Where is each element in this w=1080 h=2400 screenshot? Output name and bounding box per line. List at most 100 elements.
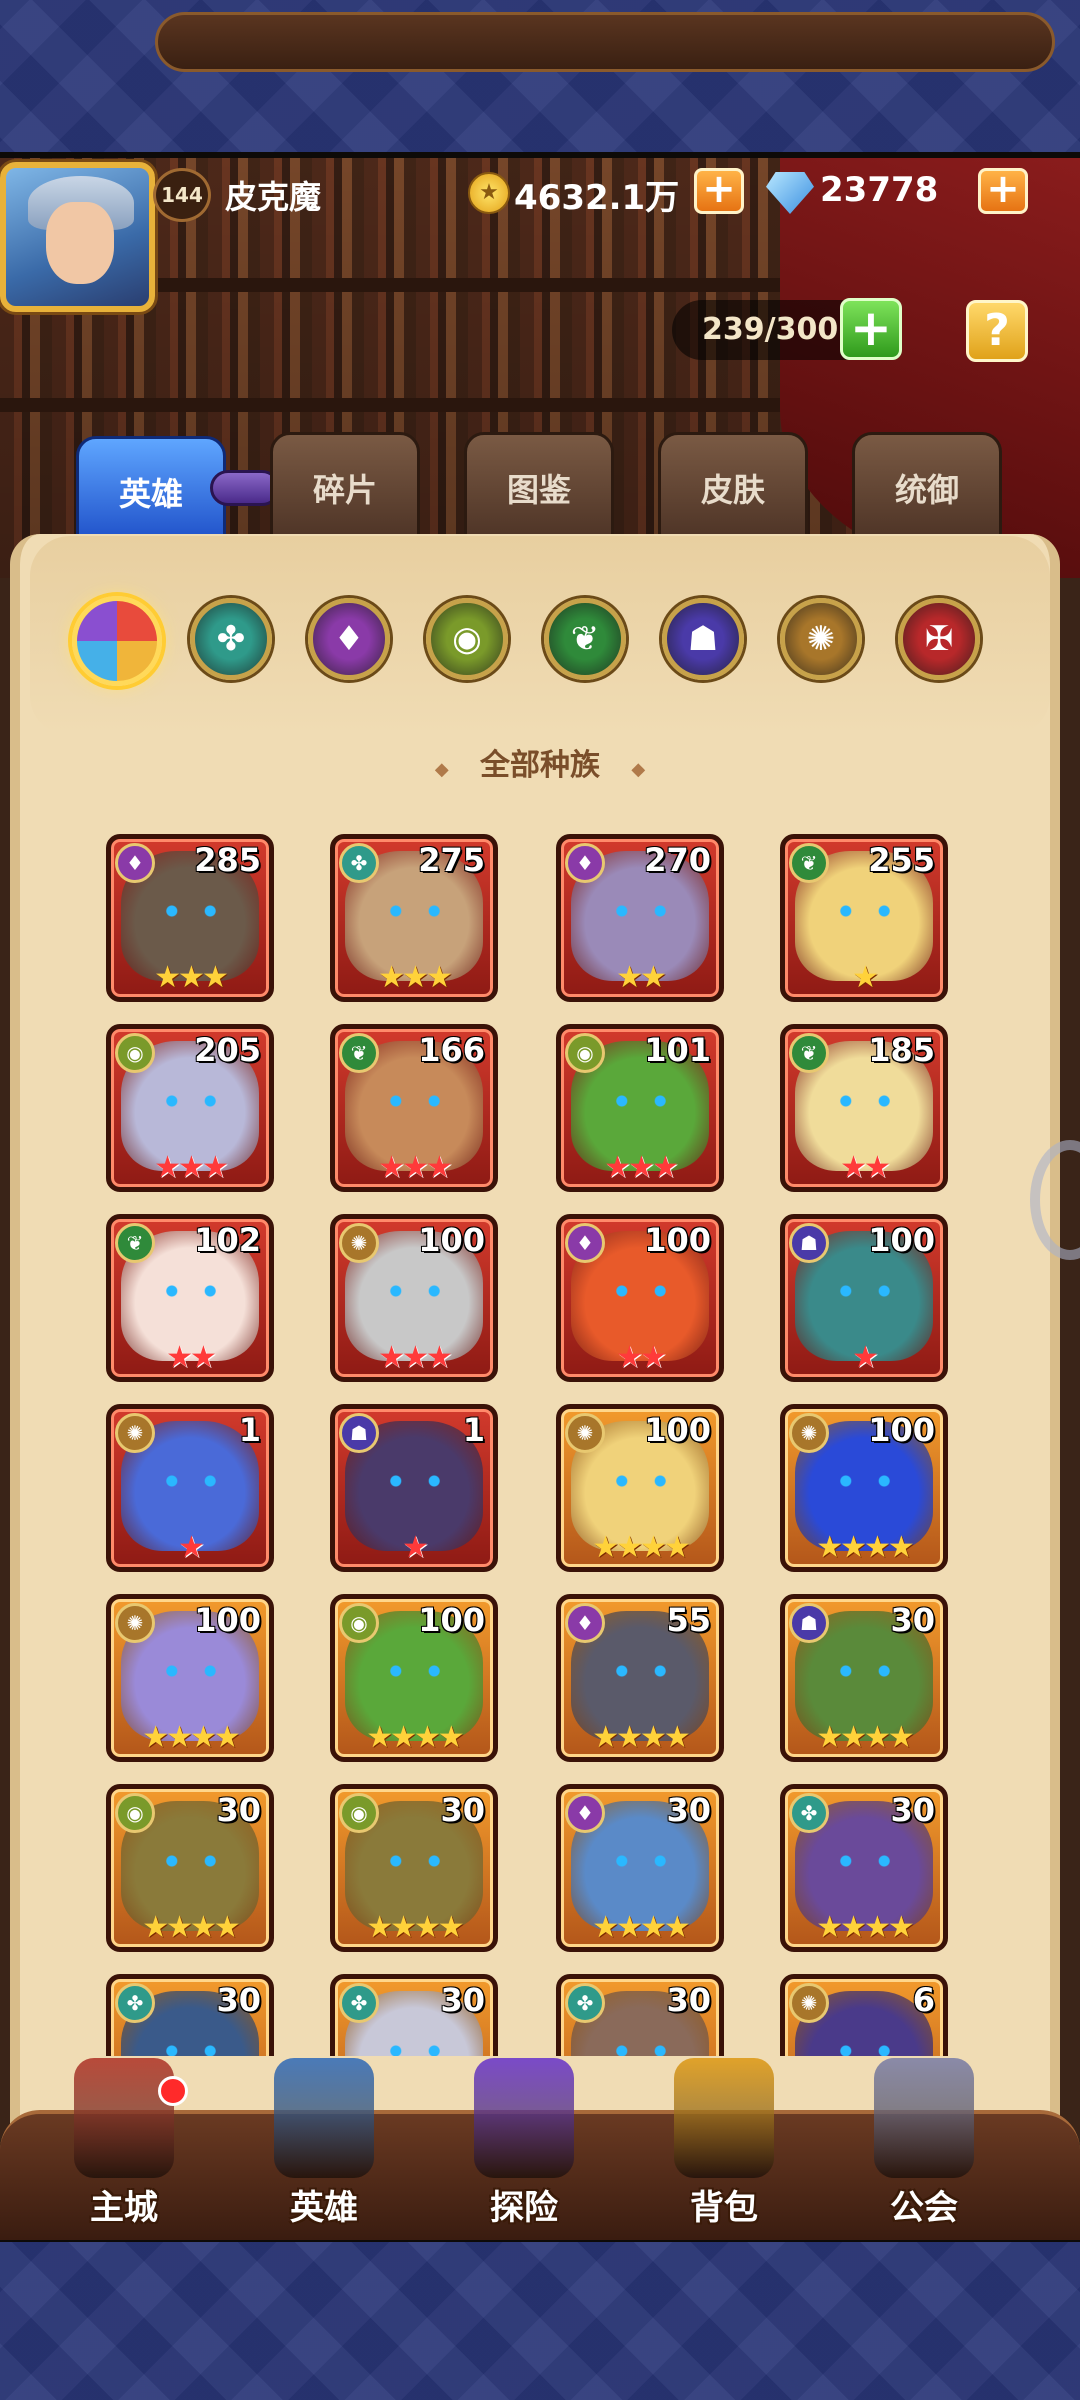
hero-card[interactable]: ☗ 100 ★: [780, 1214, 948, 1382]
nav-heroes[interactable]: 英雄: [234, 2048, 414, 2238]
hero-level: 100: [644, 1221, 711, 1259]
hero-level: 100: [868, 1411, 935, 1449]
hero-card[interactable]: ◉ 30 ★★★★: [330, 1784, 498, 1952]
hero-card[interactable]: ♦ 100 ★★: [556, 1214, 724, 1382]
star-rating-icon: ★★★: [604, 1150, 679, 1185]
fortress-faction-icon[interactable]: ◉: [426, 598, 508, 680]
diamond-ornament-icon: ◆: [434, 759, 449, 780]
nature-faction-icon: ❦: [115, 1223, 155, 1263]
nav-label: 公会: [890, 2188, 958, 2228]
shadow-faction-icon[interactable]: ♦: [308, 598, 390, 680]
hero-level: 30: [216, 1981, 261, 2019]
hero-level: 30: [890, 1791, 935, 1829]
hero-eyes: [833, 1855, 897, 1867]
player-avatar[interactable]: [0, 162, 155, 312]
hero-card[interactable]: ◉ 205 ★★★: [106, 1024, 274, 1192]
hero-card[interactable]: ✺ 6: [780, 1974, 948, 2056]
star-rating-icon: ★★: [166, 1340, 217, 1375]
hero-card[interactable]: ♦ 55 ★★★★: [556, 1594, 724, 1762]
hero-level: 100: [194, 1601, 261, 1639]
hero-card[interactable]: ❦ 185 ★★: [780, 1024, 948, 1192]
section-title: ◆ 全部种族 ◆: [370, 740, 710, 784]
star-rating-icon: ★★: [840, 1150, 891, 1185]
nature-faction-icon[interactable]: ❦: [544, 598, 626, 680]
hero-card[interactable]: ✺ 100 ★★★★: [106, 1594, 274, 1762]
hero-card[interactable]: ✺ 100 ★★★: [330, 1214, 498, 1382]
abyss-faction-icon: ☗: [789, 1603, 829, 1643]
light-faction-icon: ✺: [339, 1223, 379, 1263]
hero-card[interactable]: ◉ 100 ★★★★: [330, 1594, 498, 1762]
star-rating-icon: ★★★★: [816, 1910, 915, 1945]
game-screen: 144 皮克魔 ★ 4632.1万 + 23778 + 239/300 + ? …: [0, 0, 1080, 2400]
star-rating-icon: ★★★★: [816, 1530, 915, 1565]
hero-eyes: [609, 1095, 673, 1107]
hero-card[interactable]: ✺ 100 ★★★★: [556, 1404, 724, 1572]
tab-heroes[interactable]: 英雄: [76, 436, 226, 546]
tab-skins[interactable]: 皮肤: [658, 432, 808, 542]
nav-main-city[interactable]: 主城: [34, 2048, 214, 2238]
hero-card[interactable]: ✤ 30: [330, 1974, 498, 2056]
star-rating-icon: ★★★★: [142, 1910, 241, 1945]
hero-card[interactable]: ◉ 101 ★★★: [556, 1024, 724, 1192]
all-factions-icon[interactable]: [72, 596, 162, 686]
star-rating-icon: ★★★★: [592, 1720, 691, 1755]
star-rating-icon: ★★★: [378, 1150, 453, 1185]
hero-level: 1: [238, 1411, 261, 1449]
add-gems-button[interactable]: +: [978, 168, 1028, 214]
hero-eyes: [609, 1855, 673, 1867]
add-gold-button[interactable]: +: [694, 168, 744, 214]
hero-level: 100: [868, 1221, 935, 1259]
star-rating-icon: ★★: [616, 1340, 667, 1375]
hero-level: 185: [868, 1031, 935, 1069]
nav-label: 英雄: [290, 2188, 358, 2228]
light-faction-icon: ✺: [789, 1413, 829, 1453]
tab-codex[interactable]: 图鉴: [464, 432, 614, 542]
hero-card[interactable]: ♦ 285 ★★★: [106, 834, 274, 1002]
hero-level: 255: [868, 841, 935, 879]
hero-card[interactable]: ☗ 1 ★: [330, 1404, 498, 1572]
nav-guild[interactable]: 公会: [834, 2048, 1014, 2238]
hero-level: 100: [644, 1411, 711, 1449]
hero-level: 55: [666, 1601, 711, 1639]
forest-faction-icon[interactable]: ✤: [190, 598, 272, 680]
hero-level: 100: [418, 1221, 485, 1259]
hero-level: 101: [644, 1031, 711, 1069]
hero-card[interactable]: ✺ 100 ★★★★: [780, 1404, 948, 1572]
hero-card[interactable]: ✤ 30: [556, 1974, 724, 2056]
hero-eyes: [383, 1855, 447, 1867]
hero-eyes: [383, 1475, 447, 1487]
dark-faction-icon[interactable]: ✠: [898, 598, 980, 680]
hero-level: 6: [912, 1981, 935, 2019]
hero-card[interactable]: ❦ 102 ★★: [106, 1214, 274, 1382]
hero-level: 102: [194, 1221, 261, 1259]
section-title-text: 全部种族: [480, 748, 600, 783]
tab-command[interactable]: 统御: [852, 432, 1002, 542]
hero-card[interactable]: ◉ 30 ★★★★: [106, 1784, 274, 1952]
hero-card[interactable]: ♦ 30 ★★★★: [556, 1784, 724, 1952]
nav-backpack[interactable]: 背包: [634, 2048, 814, 2238]
hero-card[interactable]: ❦ 255 ★: [780, 834, 948, 1002]
backpack-icon: [674, 2058, 774, 2178]
hero-card[interactable]: ♦ 270 ★★: [556, 834, 724, 1002]
hero-card[interactable]: ✤ 30: [106, 1974, 274, 2056]
help-button[interactable]: ?: [966, 300, 1028, 362]
nav-adventure[interactable]: 探险: [434, 2048, 614, 2238]
gold-amount: 4632.1万: [514, 178, 680, 218]
abyss-faction-icon: ☗: [789, 1223, 829, 1263]
tab-fragments[interactable]: 碎片: [270, 432, 420, 542]
star-rating-icon: ★★★: [154, 960, 229, 995]
hero-level: 30: [440, 1981, 485, 2019]
hero-card[interactable]: ✤ 275 ★★★: [330, 834, 498, 1002]
star-rating-icon: ★: [178, 1530, 205, 1565]
expand-capacity-button[interactable]: +: [840, 298, 902, 360]
hero-card[interactable]: ✺ 1 ★: [106, 1404, 274, 1572]
hero-card[interactable]: ☗ 30 ★★★★: [780, 1594, 948, 1762]
hero-eyes: [609, 1475, 673, 1487]
player-level-badge: 144: [153, 168, 211, 222]
nav-label: 主城: [90, 2188, 158, 2228]
hero-card[interactable]: ❦ 166 ★★★: [330, 1024, 498, 1192]
light-faction-icon[interactable]: ✺: [780, 598, 862, 680]
abyss-faction-icon[interactable]: ☗: [662, 598, 744, 680]
hero-card[interactable]: ✤ 30 ★★★★: [780, 1784, 948, 1952]
light-faction-icon: ✺: [115, 1413, 155, 1453]
